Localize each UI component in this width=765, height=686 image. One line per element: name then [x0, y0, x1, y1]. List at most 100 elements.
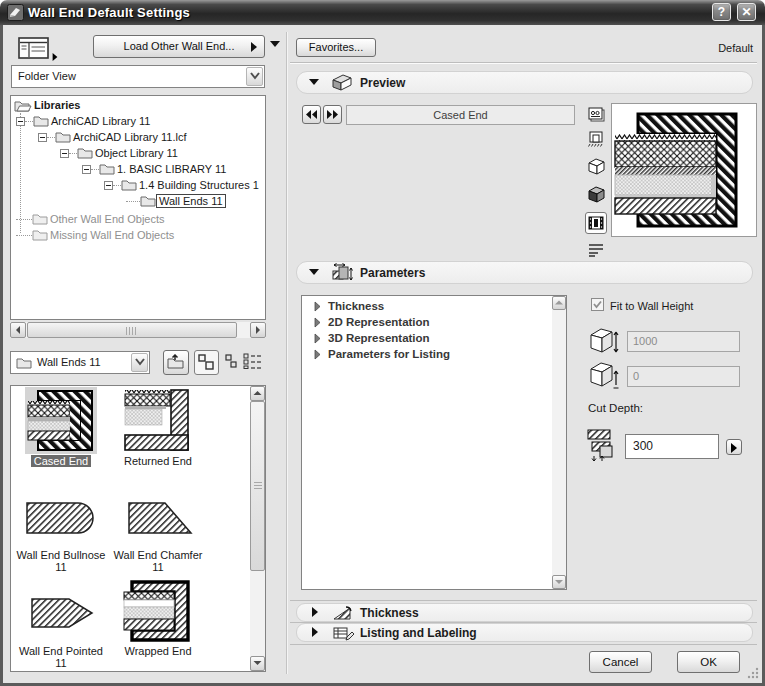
preview-2d-symbol-icon[interactable] [588, 107, 605, 122]
thumbnail-label[interactable]: Wall End Chamfer 11 [112, 549, 204, 573]
cut-depth-field[interactable]: 300 [625, 434, 719, 459]
list-view-button[interactable] [243, 353, 263, 372]
collapse-expander-icon[interactable] [16, 117, 25, 126]
fit-to-wall-height-checkbox[interactable] [591, 298, 604, 311]
folder-icon [55, 131, 71, 143]
scroll-up-icon[interactable] [552, 296, 566, 310]
preview-image[interactable] [611, 103, 757, 237]
expand-arrow-icon[interactable] [314, 317, 321, 328]
scroll-down-icon[interactable] [552, 575, 566, 589]
thumbnail-wall-end-chamfer[interactable] [127, 500, 193, 536]
window-title: Wall End Default Settings [28, 5, 190, 20]
up-one-level-button[interactable] [163, 350, 189, 375]
preview-plan-view-icon[interactable] [588, 131, 605, 147]
thumbnail-label[interactable]: Returned End [120, 455, 196, 467]
tree-item-libraries[interactable]: Libraries [14, 97, 82, 113]
preview-3d-wireframe-icon[interactable] [587, 158, 606, 175]
previous-item-button[interactable] [302, 105, 321, 124]
prev-item-icon [304, 108, 319, 121]
collapse-triangle-icon[interactable] [309, 79, 319, 85]
close-button[interactable]: ✕ [737, 3, 756, 21]
preview-section-icon [331, 73, 353, 92]
folder-icon [16, 357, 32, 369]
preview-section-view-button[interactable] [585, 212, 607, 234]
next-item-button[interactable] [323, 105, 342, 124]
folder-icon [99, 163, 115, 175]
preview-3d-shaded-icon[interactable] [587, 186, 606, 203]
collapse-triangle-icon[interactable] [309, 269, 319, 275]
thumbnail-wrapped-end[interactable] [122, 580, 190, 642]
scroll-down-icon[interactable] [250, 656, 265, 671]
collapse-expander-icon[interactable] [38, 133, 47, 142]
folder-icon [77, 147, 93, 159]
folder-icon [33, 115, 49, 127]
thumbnail-cased-end[interactable] [25, 387, 97, 454]
collapse-expander-icon[interactable] [60, 149, 69, 158]
param-group-3d-representation[interactable]: 3D Representation [314, 332, 430, 344]
height-field[interactable]: 1000 [627, 331, 740, 352]
scroll-right-icon[interactable] [250, 322, 266, 338]
tree-item-archicad-lcf[interactable]: ArchiCAD Library 11.lcf [38, 129, 189, 145]
default-label: Default [653, 42, 753, 54]
tree-item-building-structures[interactable]: 1.4 Building Structures 1 [104, 177, 261, 193]
scroll-left-icon[interactable] [10, 322, 26, 338]
fit-to-wall-height-label: Fit to Wall Height [610, 300, 693, 312]
thumbnail-wall-end-pointed[interactable] [30, 595, 94, 631]
panel-collapse-icon[interactable] [270, 41, 280, 47]
parameters-vscrollbar[interactable] [552, 296, 566, 589]
current-folder-combo[interactable]: Wall Ends 11 [10, 351, 150, 374]
expand-arrow-icon[interactable] [314, 301, 321, 312]
flyout-arrow-icon [53, 53, 58, 61]
hscroll-thumb[interactable] [27, 322, 237, 338]
cut-depth-label: Cut Depth: [588, 402, 643, 414]
folder-icon [32, 213, 48, 225]
flyout-arrow-icon [251, 42, 257, 52]
tree-item-object-library[interactable]: Object Library 11 [60, 145, 180, 161]
favorites-button[interactable]: Favorites... [296, 38, 376, 57]
scroll-up-icon[interactable] [250, 386, 265, 401]
small-icons-view-icon [224, 353, 238, 369]
dialog-scheme-icon[interactable] [18, 37, 50, 59]
expand-triangle-icon[interactable] [312, 607, 318, 617]
cancel-button[interactable]: Cancel [589, 651, 652, 673]
thickness-section-icon [332, 605, 354, 621]
expand-triangle-icon[interactable] [312, 627, 318, 637]
thumbnail-label[interactable]: Wrapped End [120, 645, 196, 657]
tree-item-other-wall-end[interactable]: Other Wall End Objects [16, 211, 167, 227]
elevation-field[interactable]: 0 [627, 366, 740, 387]
param-group-2d-representation[interactable]: 2D Representation [314, 316, 430, 328]
help-button[interactable]: ? [712, 3, 731, 21]
load-other-button[interactable]: Load Other Wall End... [93, 35, 265, 58]
tree-item-archicad-library[interactable]: ArchiCAD Library 11 [16, 113, 152, 129]
tree-item-basic-library[interactable]: 1. BASIC LIBRARY 11 [82, 161, 228, 177]
preview-info-icon[interactable] [588, 243, 605, 257]
chevron-down-icon[interactable] [246, 67, 263, 86]
tree-item-wall-ends[interactable]: Wall Ends 11 [126, 193, 226, 209]
vscroll-thumb[interactable] [250, 401, 265, 571]
chevron-down-icon[interactable] [131, 353, 148, 372]
resize-grip[interactable] [746, 666, 760, 680]
tree-item-missing-wall-end[interactable]: Missing Wall End Objects [16, 227, 176, 243]
ok-button[interactable]: OK [677, 651, 740, 673]
parameters-section-icon [331, 263, 355, 283]
folder-icon [140, 195, 156, 207]
thumbnail-label[interactable]: Cased End [26, 455, 96, 467]
thumbnail-label[interactable]: Wall End Pointed 11 [13, 645, 109, 669]
collapse-expander-icon[interactable] [82, 165, 91, 174]
thumbnail-label[interactable]: Wall End Bullnose 11 [13, 549, 109, 573]
param-group-parameters-for-listing[interactable]: Parameters for Listing [314, 348, 450, 360]
expand-arrow-icon[interactable] [314, 333, 321, 344]
thumbnail-wall-end-bullnose[interactable] [25, 500, 97, 536]
cut-depth-flyout-button[interactable] [726, 439, 742, 455]
film-strip-icon [588, 216, 604, 230]
collapse-expander-icon[interactable] [104, 181, 113, 190]
object-name-field: Cased End [346, 105, 575, 125]
large-icons-view-button[interactable] [194, 350, 219, 375]
expand-arrow-icon[interactable] [314, 349, 321, 360]
param-group-thickness[interactable]: Thickness [314, 300, 384, 312]
folder-view-combo[interactable]: Folder View [11, 65, 265, 88]
folder-up-icon [167, 354, 185, 370]
thumbnail-returned-end[interactable] [124, 388, 192, 452]
next-item-icon [325, 108, 340, 121]
small-icons-view-button[interactable] [224, 353, 240, 372]
